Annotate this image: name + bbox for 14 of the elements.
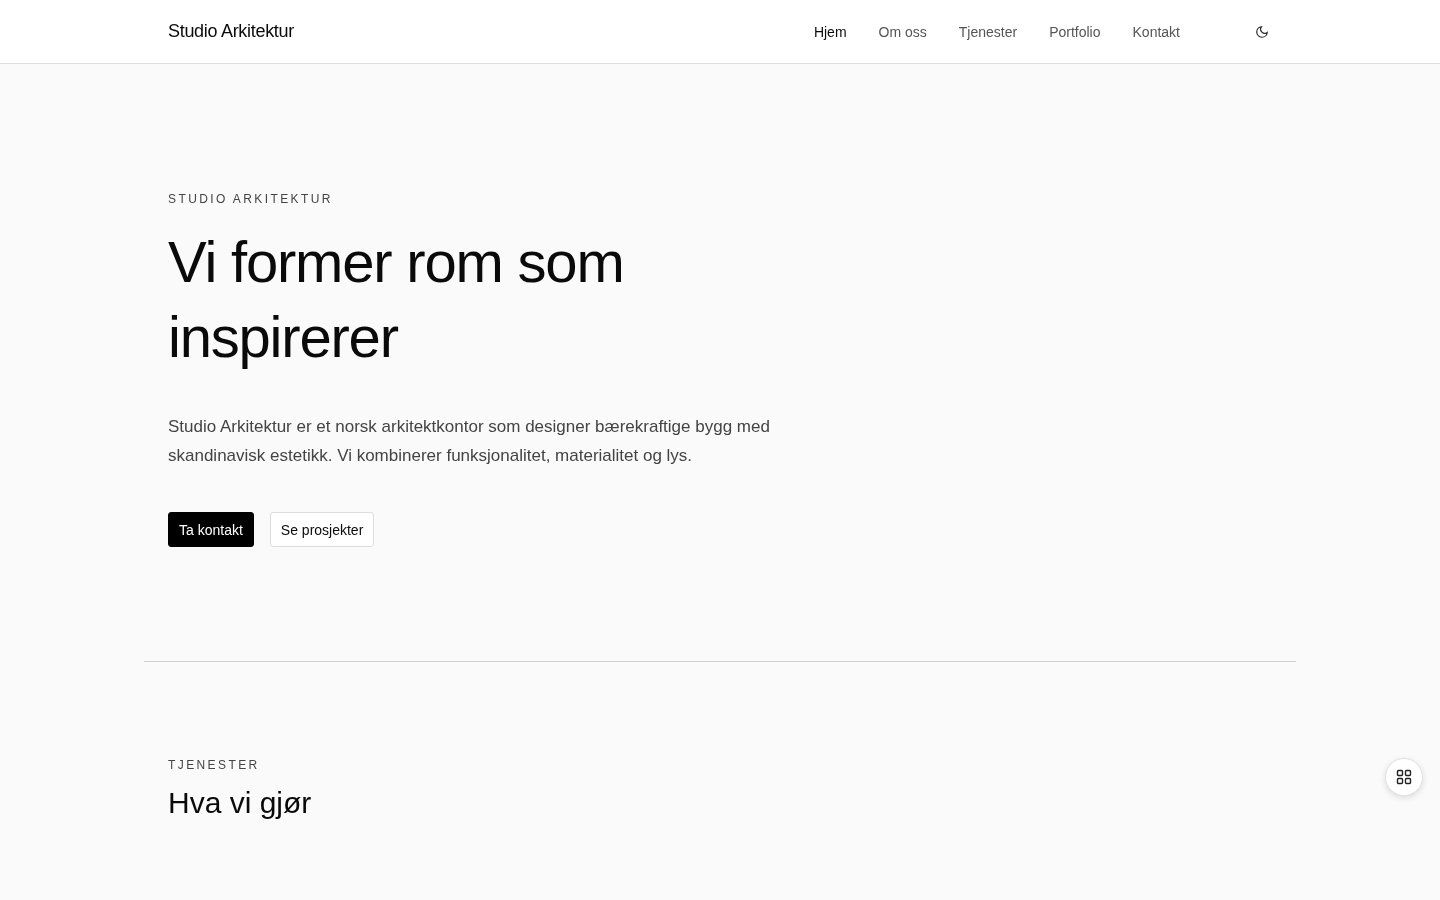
hero-paragraph: Studio Arkitektur er et norsk arkitektkontor som designer bærekraftige bygg med skandinavisk estetikk. Vi kombinerer funksjonalitet, materialitet og lys. bbox=[168, 416, 771, 467]
nav-link[interactable]: Kontakt bbox=[1132, 23, 1180, 40]
section-heading: Hva vi gjør bbox=[168, 786, 313, 820]
nav-link[interactable]: Om oss bbox=[878, 23, 927, 40]
nav-link[interactable]: Portfolio bbox=[1049, 23, 1101, 40]
grid-icon[interactable] bbox=[1385, 758, 1423, 796]
nav-link[interactable]: Hjem bbox=[813, 23, 847, 40]
projects-button[interactable]: Se prosjekter bbox=[269, 512, 375, 547]
hero-heading: Vi former rom som inspirerer bbox=[168, 228, 625, 371]
eyebrow-label: STUDIO ARKITEKTUR bbox=[168, 192, 334, 206]
contact-button[interactable]: Ta kontakt bbox=[168, 512, 254, 547]
brand-name[interactable]: Studio Arkitektur bbox=[168, 21, 294, 42]
eyebrow-label: TJENESTER bbox=[168, 758, 261, 772]
nav-link[interactable]: Tjenester bbox=[958, 23, 1018, 40]
